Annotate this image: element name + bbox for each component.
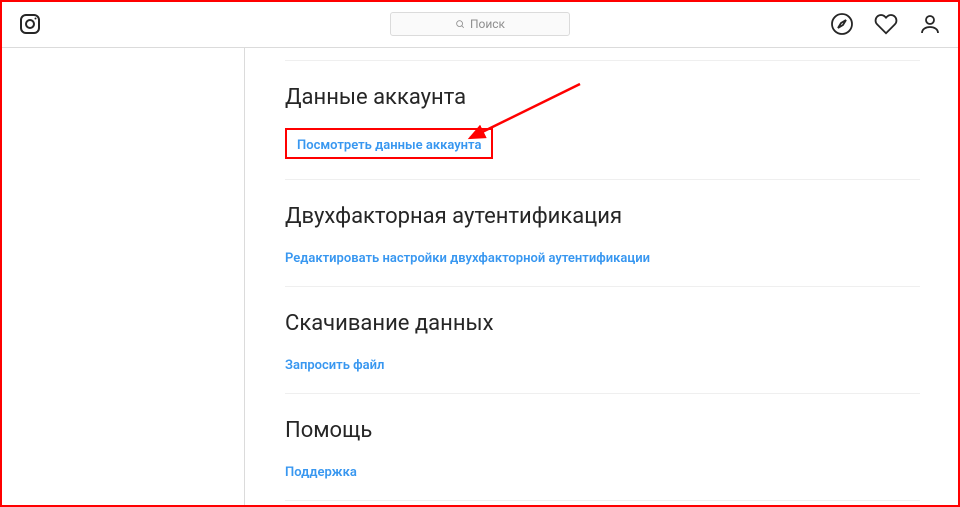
section-data-download: Скачивание данных Запросить файл: [285, 287, 920, 394]
nav-icons: [830, 12, 942, 36]
explore-icon[interactable]: [830, 12, 854, 36]
search-icon: [455, 19, 465, 29]
section-account-data: Данные аккаунта Посмотреть данные аккаун…: [285, 60, 920, 180]
settings-main: Данные аккаунта Посмотреть данные аккаун…: [245, 48, 960, 507]
settings-sidebar: [0, 48, 245, 507]
profile-icon[interactable]: [918, 12, 942, 36]
content-area: Данные аккаунта Посмотреть данные аккаун…: [0, 48, 960, 507]
section-help: Помощь Поддержка: [285, 394, 920, 501]
section-title: Данные аккаунта: [285, 85, 920, 110]
edit-two-factor-link[interactable]: Редактировать настройки двухфакторной ау…: [285, 251, 650, 266]
section-two-factor: Двухфакторная аутентификация Редактирова…: [285, 180, 920, 287]
instagram-logo-icon[interactable]: [18, 12, 42, 36]
support-link[interactable]: Поддержка: [285, 465, 357, 480]
section-title: Скачивание данных: [285, 311, 920, 336]
search-input[interactable]: Поиск: [390, 12, 570, 36]
annotation-highlight: Посмотреть данные аккаунта: [285, 128, 493, 159]
view-account-data-link[interactable]: Посмотреть данные аккаунта: [297, 138, 481, 153]
section-title: Двухфакторная аутентификация: [285, 204, 920, 229]
section-title: Помощь: [285, 418, 920, 443]
top-nav: Поиск: [0, 0, 960, 48]
request-download-link[interactable]: Запросить файл: [285, 358, 384, 373]
search-placeholder: Поиск: [470, 17, 505, 31]
heart-icon[interactable]: [874, 12, 898, 36]
